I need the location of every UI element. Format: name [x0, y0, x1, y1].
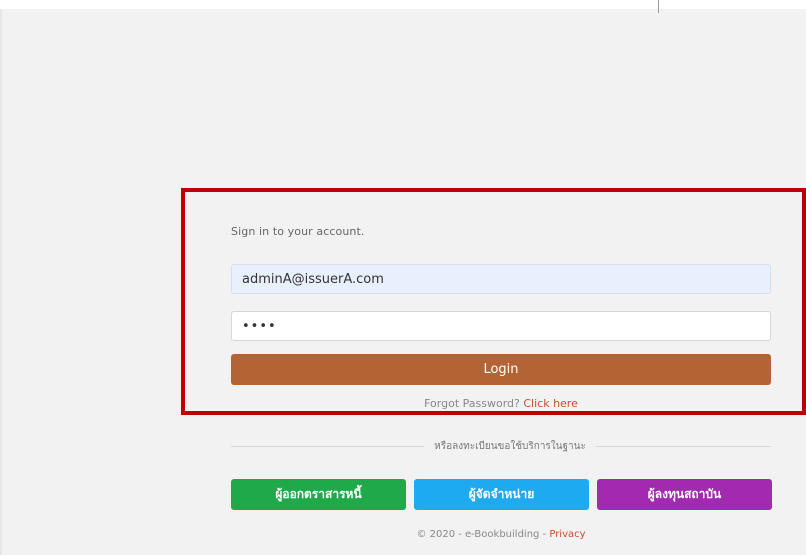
- email-input[interactable]: [231, 264, 771, 294]
- privacy-link[interactable]: Privacy: [549, 529, 585, 540]
- left-edge: [0, 9, 2, 555]
- forgot-password-row: Forgot Password? Click here: [231, 397, 771, 409]
- divider-line-right: [596, 446, 771, 447]
- register-issuer-button[interactable]: ผู้ออกตราสารหนี้: [231, 479, 406, 510]
- password-input[interactable]: [231, 311, 771, 341]
- top-bar-divider: [658, 0, 659, 13]
- login-button[interactable]: Login: [231, 354, 771, 385]
- divider-line-left: [231, 446, 424, 447]
- forgot-password-link[interactable]: Click here: [523, 397, 578, 409]
- register-investor-button[interactable]: ผู้ลงทุนสถาบัน: [597, 479, 772, 510]
- signin-prompt: Sign in to your account.: [231, 225, 365, 238]
- register-distributor-button[interactable]: ผู้จัดจำหน่าย: [414, 479, 589, 510]
- forgot-password-text: Forgot Password?: [424, 397, 520, 409]
- footer-copyright: © 2020 - e-Bookbuilding -: [416, 529, 550, 540]
- register-divider-text: หรือลงทะเบียนขอใช้บริการในฐานะ: [434, 441, 586, 452]
- top-bar: [0, 0, 806, 9]
- footer: © 2020 - e-Bookbuilding - Privacy: [231, 529, 771, 540]
